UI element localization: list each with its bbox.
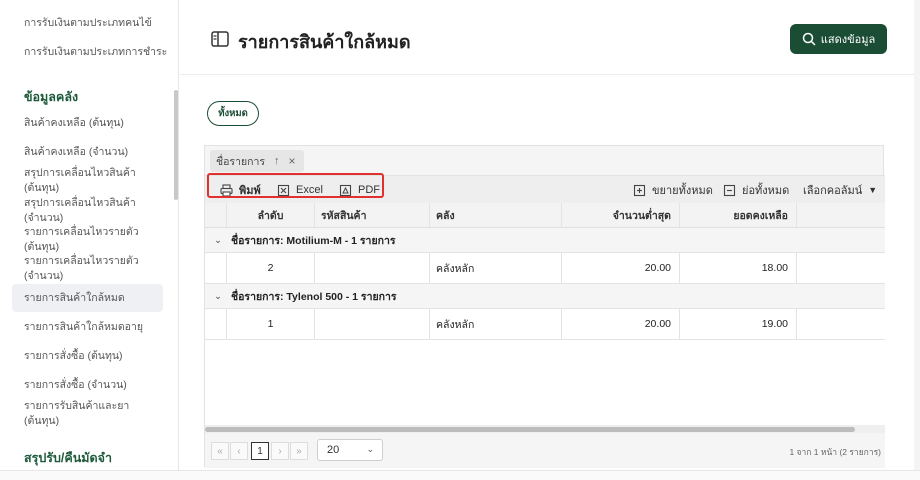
sidebar-item-purchase-qty[interactable]: รายการสั่งซื้อ (จำนวน) <box>24 378 174 393</box>
chevron-down-icon[interactable]: ⌄ <box>205 235 231 246</box>
expand-all-button[interactable]: ขยายทั้งหมด <box>633 181 713 199</box>
cell-code <box>315 309 430 339</box>
pager-info: 1 จาก 1 หน้า (2 รายการ) <box>789 447 881 457</box>
horizontal-scrollbar-thumb[interactable] <box>205 427 855 432</box>
sidebar: การรับเงินตามประเภทคนไข้ การรับเงินตามปร… <box>0 0 179 480</box>
cell-code <box>315 253 430 283</box>
collapse-icon <box>723 184 736 196</box>
search-icon <box>802 32 816 46</box>
sort-up-icon[interactable]: ↑ <box>274 155 280 167</box>
sidebar-item-income-by-patient-type[interactable]: การรับเงินตามประเภทคนไข้ <box>24 16 174 31</box>
table-row[interactable]: 1 คลังหลัก 20.00 19.00 <box>205 309 885 340</box>
sidebar-scrollbar[interactable] <box>174 90 178 200</box>
sidebar-item-receiving-cost[interactable]: รายการรับสินค้าและยา (ต้นทุน) <box>24 399 149 429</box>
grid-header-row: ลำดับ รหัสสินค้า คลัง จำนวนต่ำสุด ยอดคงเ… <box>205 203 885 228</box>
export-buttons-highlight <box>207 173 384 198</box>
cell-seq: 2 <box>227 253 315 283</box>
choose-columns-label: เลือกคอลัมน์ <box>803 185 863 197</box>
group-title: ชื่อรายการ: Motilium-M - 1 รายการ <box>231 234 396 247</box>
group-row[interactable]: ⌄ ชื่อรายการ: Tylenol 500 - 1 รายการ <box>205 284 885 309</box>
sidebar-item-movement-detail-cost[interactable]: รายการเคลื่อนไหวรายตัว (ต้นทุน) <box>24 225 149 255</box>
header-spacer <box>205 203 227 227</box>
cell-warehouse: คลังหลัก <box>430 253 562 283</box>
row-indent <box>205 309 227 339</box>
chevron-down-icon: ▼ <box>868 185 878 195</box>
page-scrollbar[interactable] <box>914 0 920 480</box>
show-data-button[interactable]: แสดงข้อมูล <box>790 24 887 54</box>
column-header-code[interactable]: รหัสสินค้า <box>315 203 430 227</box>
group-title: ชื่อรายการ: Tylenol 500 - 1 รายการ <box>231 290 397 303</box>
choose-columns-button[interactable]: เลือกคอลัมน์ ▼ <box>803 181 877 199</box>
page-header: รายการสินค้าใกล้หมด แสดงข้อมูล <box>180 0 920 75</box>
horizontal-scrollbar[interactable] <box>205 425 885 433</box>
chevron-down-icon: ⌄ <box>366 444 374 454</box>
sidebar-item-near-expiry[interactable]: รายการสินค้าใกล้หมดอายุ <box>24 320 174 335</box>
column-header-more <box>797 203 885 227</box>
page-title: รายการสินค้าใกล้หมด <box>238 32 411 52</box>
sidebar-item-stock-qty[interactable]: สินค้าคงเหลือ (จำนวน) <box>24 145 174 160</box>
expand-all-label: ขยายทั้งหมด <box>652 185 713 197</box>
sidebar-item-stock-cost[interactable]: สินค้าคงเหลือ (ต้นทุน) <box>24 116 174 131</box>
bottom-status-strip <box>0 470 920 480</box>
data-grid: ลำดับ รหัสสินค้า คลัง จำนวนต่ำสุด ยอดคงเ… <box>205 203 885 425</box>
sidebar-section-inventory: ข้อมูลคลัง <box>24 90 79 104</box>
last-page-button[interactable]: » <box>290 442 308 460</box>
group-row[interactable]: ⌄ ชื่อรายการ: Motilium-M - 1 รายการ <box>205 228 885 253</box>
row-indent <box>205 253 227 283</box>
column-header-warehouse[interactable]: คลัง <box>430 203 562 227</box>
cell-min-qty: 20.00 <box>562 309 680 339</box>
next-page-button[interactable]: › <box>271 442 289 460</box>
table-row[interactable]: 2 คลังหลัก 20.00 18.00 <box>205 253 885 284</box>
page-button-current[interactable]: 1 <box>251 442 269 460</box>
chevron-down-icon[interactable]: ⌄ <box>205 291 231 302</box>
close-icon[interactable]: × <box>289 154 296 168</box>
sidebar-item-movement-summary-qty[interactable]: สรุปการเคลื่อนไหวสินค้า (จำนวน) <box>24 196 149 226</box>
cell-warehouse: คลังหลัก <box>430 309 562 339</box>
show-data-button-label: แสดงข้อมูล <box>820 34 876 46</box>
sidebar-item-movement-summary-cost[interactable]: สรุปการเคลื่อนไหวสินค้า (ต้นทุน) <box>24 166 149 196</box>
cell-seq: 1 <box>227 309 315 339</box>
expand-icon <box>633 184 646 196</box>
page-size-select[interactable]: 20 ⌄ <box>317 439 383 461</box>
sidebar-item-low-stock[interactable]: รายการสินค้าใกล้หมด <box>24 291 174 306</box>
collapse-all-button[interactable]: ย่อทั้งหมด <box>723 181 789 199</box>
grid-pager: « ‹ 1 › » 20 ⌄ 1 จาก 1 หน้า (2 รายการ) <box>205 433 885 468</box>
group-by-label: ชื่อรายการ <box>216 155 266 168</box>
collapse-all-label: ย่อทั้งหมด <box>742 185 790 197</box>
sidebar-item-income-by-payment-type[interactable]: การรับเงินตามประเภทการชำระ <box>24 45 174 60</box>
cell-balance: 18.00 <box>680 253 797 283</box>
prev-page-button[interactable]: ‹ <box>230 442 248 460</box>
sidebar-item-movement-detail-qty[interactable]: รายการเคลื่อนไหวรายตัว (จำนวน) <box>24 254 149 284</box>
sidebar-panel-icon <box>211 31 229 47</box>
column-header-balance[interactable]: ยอดคงเหลือ <box>680 203 797 227</box>
first-page-button[interactable]: « <box>211 442 229 460</box>
column-header-min-qty[interactable]: จำนวนต่ำสุด <box>562 203 680 227</box>
column-header-seq[interactable]: ลำดับ <box>227 203 315 227</box>
sidebar-section-deposit-summary: สรุปรับ/คืนมัดจำ <box>24 451 113 465</box>
page-size-value: 20 <box>327 444 340 456</box>
group-by-chip[interactable]: ชื่อรายการ ↑ × <box>210 150 304 172</box>
filter-chip-all[interactable]: ทั้งหมด <box>207 101 259 126</box>
cell-balance: 19.00 <box>680 309 797 339</box>
sidebar-item-purchase-cost[interactable]: รายการสั่งซื้อ (ต้นทุน) <box>24 349 174 364</box>
cell-min-qty: 20.00 <box>562 253 680 283</box>
